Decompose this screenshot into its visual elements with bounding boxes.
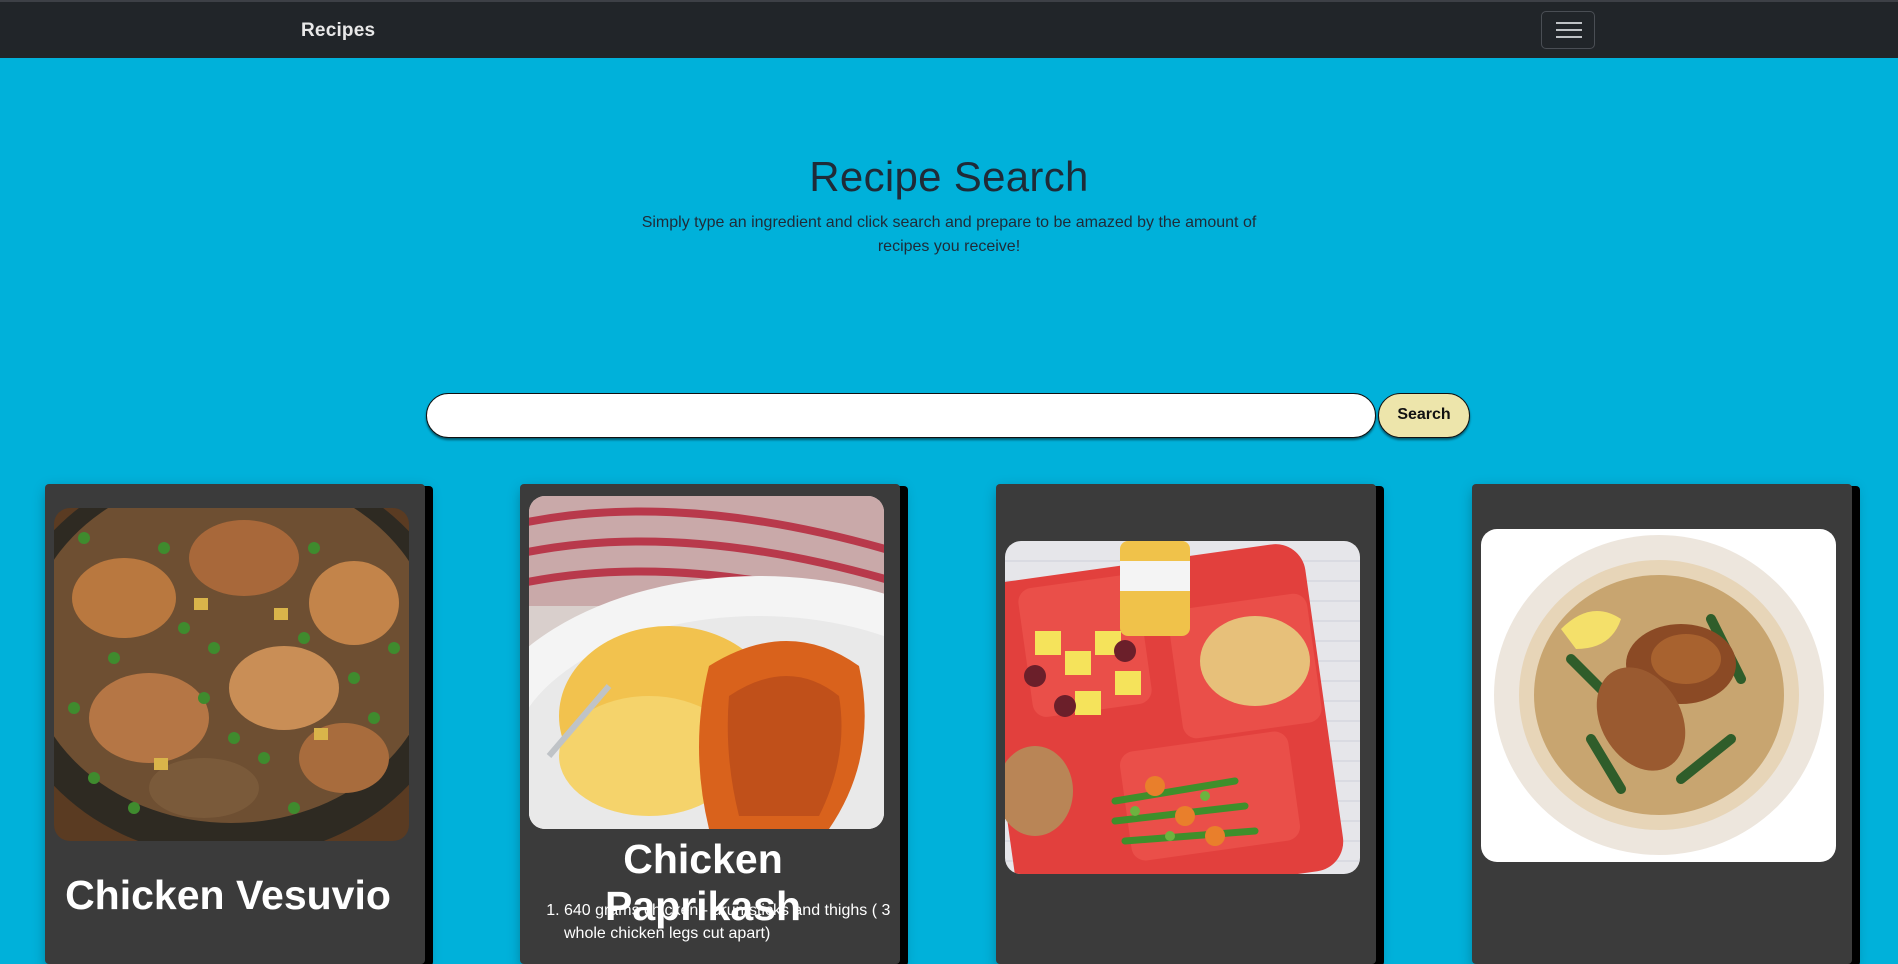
search-input[interactable]: [426, 393, 1376, 438]
recipe-image: [1481, 529, 1836, 862]
ingredient-item: 640 grams chicken - drumsticks and thigh…: [564, 899, 909, 945]
recipe-card[interactable]: [1472, 484, 1852, 964]
page-title: Recipe Search: [809, 153, 1089, 200]
recipe-image: [54, 508, 409, 841]
navbar-brand[interactable]: Recipes: [301, 20, 375, 42]
recipe-card[interactable]: [996, 484, 1376, 964]
recipe-image: [529, 496, 884, 829]
navbar: Recipes: [0, 2, 1898, 58]
page-subtitle: Simply type an ingredient and click sear…: [641, 214, 1257, 255]
recipe-image: [1005, 541, 1360, 874]
recipe-card[interactable]: Chicken Paprikash 640 grams chicken - dr…: [520, 484, 900, 964]
recipe-card[interactable]: Chicken Vesuvio: [45, 484, 425, 964]
ingredient-list: 640 grams chicken - drumsticks and thigh…: [530, 899, 909, 945]
recipe-title: Chicken Vesuvio: [65, 872, 391, 918]
search-button[interactable]: Search: [1378, 393, 1470, 438]
hamburger-menu-button[interactable]: [1541, 11, 1595, 49]
